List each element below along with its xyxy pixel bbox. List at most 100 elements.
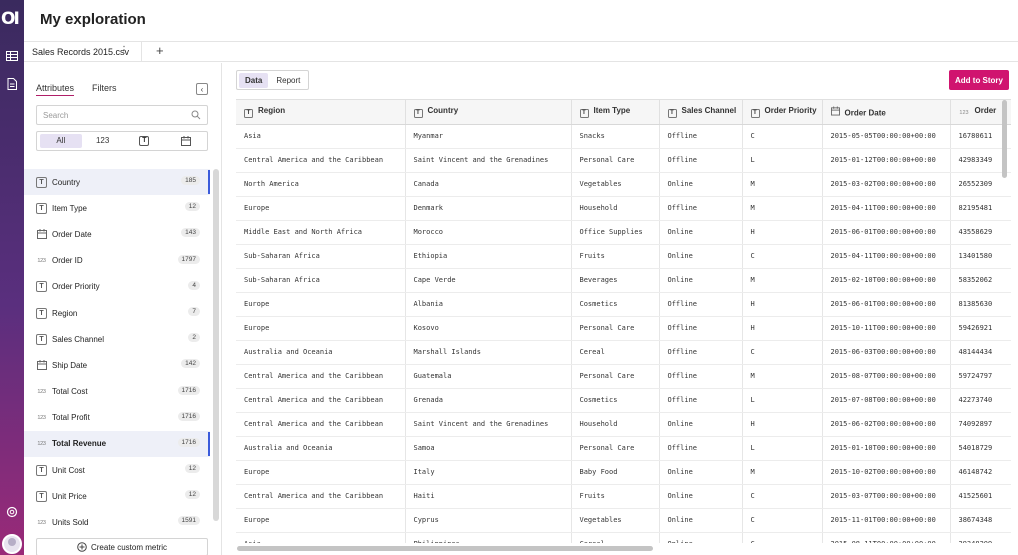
table-cell[interactable]: 59724797 <box>950 364 1011 389</box>
table-cell[interactable]: Online <box>659 244 743 269</box>
table-row[interactable]: Europe Denmark Household Offline M 2015-04-11… <box>236 196 1011 221</box>
table-cell[interactable]: H <box>742 316 823 341</box>
table-cell[interactable]: Philippines <box>405 532 572 543</box>
table-cell[interactable]: Beverages <box>571 268 660 293</box>
report-view-button[interactable]: Report <box>270 73 306 88</box>
table-cell[interactable]: Saint Vincent and the Grenadines <box>405 412 572 437</box>
table-cell[interactable]: Central America and the Caribbean <box>236 412 406 437</box>
create-custom-metric-button[interactable]: Create custom metric <box>36 538 208 555</box>
table-cell[interactable]: Offline <box>659 148 743 173</box>
table-cell[interactable]: 2015-03-02T00:00:00+00:00 <box>822 172 951 197</box>
table-cell[interactable]: 81385630 <box>950 292 1011 317</box>
column-header[interactable]: T Item Type <box>571 100 660 125</box>
table-cell[interactable]: Australia and Oceania <box>236 436 406 461</box>
table-cell[interactable]: Albania <box>405 292 572 317</box>
table-row[interactable]: Australia and Oceania Marshall Islands Cer… <box>236 340 1011 365</box>
table-row[interactable]: Australia and Oceania Samoa Personal Care O… <box>236 436 1011 461</box>
table-cell[interactable]: Central America and the Caribbean <box>236 388 406 413</box>
table-row[interactable]: Sub-Saharan Africa Ethiopia Fruits Online C 2… <box>236 244 1011 269</box>
table-cell[interactable]: Central America and the Caribbean <box>236 364 406 389</box>
table-cell[interactable]: Offline <box>659 292 743 317</box>
table-cell[interactable]: Personal Care <box>571 148 660 173</box>
table-cell[interactable]: Offline <box>659 388 743 413</box>
table-cell[interactable]: 2015-05-05T00:00:00+00:00 <box>822 124 951 149</box>
attribute-item[interactable]: 123 Total Profit 1716 <box>24 405 210 431</box>
table-cell[interactable]: Cyprus <box>405 508 572 533</box>
table-cell[interactable]: 42273740 <box>950 388 1011 413</box>
filter-text[interactable]: T <box>124 134 166 148</box>
column-header[interactable]: T Sales Channel <box>659 100 743 125</box>
table-cell[interactable]: 46148742 <box>950 460 1011 485</box>
table-cell[interactable]: 58352062 <box>950 268 1011 293</box>
settings-icon[interactable] <box>3 503 21 521</box>
user-avatar[interactable] <box>2 534 22 554</box>
table-cell[interactable]: 82195481 <box>950 196 1011 221</box>
table-cell[interactable]: Guatemala <box>405 364 572 389</box>
attribute-item[interactable]: 123 Units Sold 1591 <box>24 509 210 535</box>
table-cell[interactable]: 2015-08-07T00:00:00+00:00 <box>822 364 951 389</box>
table-row[interactable]: Sub-Saharan Africa Cape Verde Beverages Onl… <box>236 268 1011 293</box>
table-cell[interactable]: 2015-02-10T00:00:00+00:00 <box>822 268 951 293</box>
table-row[interactable]: Europe Kosovo Personal Care Offline H 2015-10… <box>236 316 1011 341</box>
table-cell[interactable]: Sub-Saharan Africa <box>236 244 406 269</box>
table-cell[interactable]: Asia <box>236 532 406 543</box>
table-cell[interactable]: 2015-10-11T00:00:00+00:00 <box>822 316 951 341</box>
table-cell[interactable]: 29348209 <box>950 532 1011 543</box>
table-row[interactable]: Central America and the Caribbean Guatema… <box>236 364 1011 389</box>
table-cell[interactable]: H <box>742 220 823 245</box>
table-row[interactable]: AsiaPhilippinesCerealOnlineC2015-08-11T0… <box>236 532 1011 543</box>
filter-all[interactable]: All <box>40 134 82 148</box>
table-cell[interactable]: Asia <box>236 124 406 149</box>
table-cell[interactable]: Sub-Saharan Africa <box>236 268 406 293</box>
table-cell[interactable]: Haiti <box>405 484 572 509</box>
attribute-item[interactable]: 123 Total Cost 1716 <box>24 379 210 405</box>
table-cell[interactable]: 2015-01-12T00:00:00+00:00 <box>822 148 951 173</box>
table-cell[interactable]: Cereal <box>571 532 660 543</box>
table-cell[interactable]: 48144434 <box>950 340 1011 365</box>
table-cell[interactable]: Offline <box>659 436 743 461</box>
attribute-item[interactable]: T Item Type 12 <box>24 195 210 221</box>
table-cell[interactable]: Saint Vincent and the Grenadines <box>405 148 572 173</box>
column-header[interactable]: T Region <box>236 100 406 125</box>
attribute-item[interactable]: T Country 185 <box>24 169 210 196</box>
panel-scrollbar[interactable] <box>213 169 219 521</box>
collapse-panel-button[interactable]: ‹ <box>196 83 208 95</box>
table-cell[interactable]: M <box>742 460 823 485</box>
table-cell[interactable]: M <box>742 364 823 389</box>
table-cell[interactable]: M <box>742 196 823 221</box>
table-row[interactable]: Central America and the Caribbean Saint V… <box>236 148 1011 173</box>
table-row[interactable]: Middle East and North Africa Morocco Offic… <box>236 220 1011 245</box>
table-cell[interactable]: Personal Care <box>571 436 660 461</box>
table-cell[interactable]: Online <box>659 484 743 509</box>
table-cell[interactable]: C <box>742 508 823 533</box>
attribute-search-input[interactable]: Search <box>36 105 208 125</box>
table-cell[interactable]: Central America and the Caribbean <box>236 148 406 173</box>
column-header[interactable]: Order Date <box>822 100 951 125</box>
table-cell[interactable]: 2015-10-02T00:00:00+00:00 <box>822 460 951 485</box>
attribute-item[interactable]: 123 Order ID 1797 <box>24 248 210 274</box>
data-view-button[interactable]: Data <box>239 72 269 88</box>
table-cell[interactable]: Cosmetics <box>571 388 660 413</box>
table-cell[interactable]: Europe <box>236 316 406 341</box>
horizontal-scrollbar[interactable] <box>237 546 653 551</box>
table-cell[interactable]: Marshall Islands <box>405 340 572 365</box>
table-cell[interactable]: M <box>742 268 823 293</box>
table-cell[interactable]: Cape Verde <box>405 268 572 293</box>
table-cell[interactable]: Samoa <box>405 436 572 461</box>
table-cell[interactable]: Online <box>659 460 743 485</box>
table-cell[interactable]: Offline <box>659 340 743 365</box>
table-cell[interactable]: 13401580 <box>950 244 1011 269</box>
app-logo[interactable]: OI <box>0 8 24 30</box>
table-cell[interactable]: Household <box>571 412 660 437</box>
table-cell[interactable]: 2015-06-02T00:00:00+00:00 <box>822 412 951 437</box>
table-cell[interactable]: Europe <box>236 460 406 485</box>
table-cell[interactable]: Europe <box>236 196 406 221</box>
table-cell[interactable]: C <box>742 484 823 509</box>
table-row[interactable]: Europe Albania Cosmetics Offline H 2015-06-01… <box>236 292 1011 317</box>
attribute-item[interactable]: Order Date 143 <box>24 221 210 247</box>
table-cell[interactable]: Online <box>659 172 743 197</box>
table-cell[interactable]: Vegetables <box>571 508 660 533</box>
table-row[interactable]: Europe Cyprus Vegetables Online C 2015-11-01T… <box>236 508 1011 533</box>
table-cell[interactable]: Offline <box>659 364 743 389</box>
table-cell[interactable]: Offline <box>659 124 743 149</box>
